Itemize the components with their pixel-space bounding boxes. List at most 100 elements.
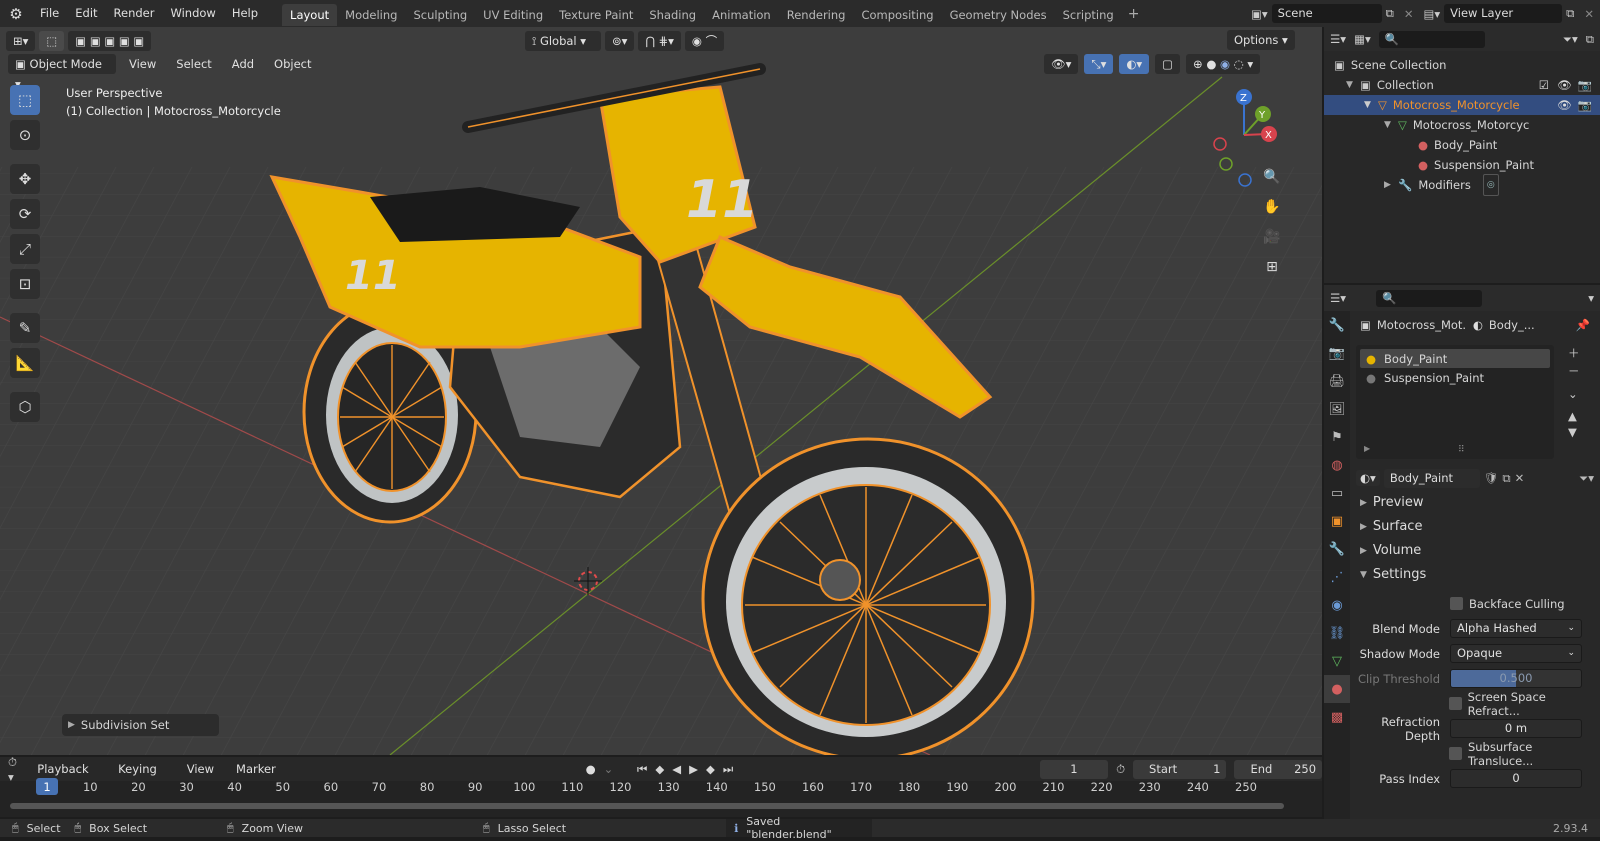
transform-orientation-dropdown[interactable]: ⟟ Global ▾ <box>525 31 601 51</box>
eye-icon[interactable]: 👁 <box>1557 95 1572 115</box>
scene-tab-icon[interactable]: ⚑ <box>1324 423 1350 451</box>
tab-geometry-nodes[interactable]: Geometry Nodes <box>942 4 1055 26</box>
subsurface-translucency-checkbox[interactable] <box>1449 747 1462 760</box>
outliner-row-suspension-paint[interactable]: ● Suspension_Paint <box>1324 155 1600 175</box>
tab-scripting[interactable]: Scripting <box>1055 4 1122 26</box>
properties-editor-icon[interactable]: ☰▾ <box>1330 291 1346 305</box>
view-layer-field[interactable]: View Layer <box>1444 4 1563 23</box>
expand-arrow-icon[interactable]: ▼ <box>1384 115 1398 135</box>
outliner-row-mesh[interactable]: ▼ ▽ Motocross_Motorcyc <box>1324 115 1600 135</box>
end-frame-field[interactable]: End 250 <box>1234 759 1323 779</box>
jump-end-icon[interactable]: ⏭ <box>723 762 733 777</box>
list-expand-icon[interactable]: ▶ <box>1364 444 1370 453</box>
pin-icon[interactable]: 📌 <box>1576 318 1590 332</box>
snap-icon[interactable]: ⋂ ⋕▾ <box>638 31 681 51</box>
pass-index-field[interactable]: 0 <box>1450 769 1582 788</box>
scene-close-icon[interactable]: ✕ <box>1398 7 1420 21</box>
menu-keying[interactable]: Keying ▾ <box>111 759 172 796</box>
pan-hand-icon[interactable]: ✋ <box>1259 194 1285 220</box>
camera-render-icon[interactable]: 📷 <box>1578 95 1592 115</box>
stopwatch-icon[interactable]: ⏱ <box>1116 762 1125 777</box>
slot-body-paint[interactable]: ● Body_Paint <box>1360 349 1550 368</box>
overlay-toggle-icon[interactable]: ◐▾ <box>1119 54 1150 74</box>
clip-threshold-slider[interactable]: 0.500 <box>1450 669 1582 688</box>
options-dropdown[interactable]: Options ▾ <box>1227 30 1295 50</box>
ortho-grid-icon[interactable]: ⊞ <box>1259 254 1285 280</box>
unlink-material-icon[interactable]: ✕ <box>1515 471 1525 485</box>
shading-mode-icon[interactable]: ⊕ ● ◉ ◌ ▾ <box>1186 54 1261 74</box>
keyframe-type-icon[interactable]: ⌄ <box>604 762 614 776</box>
add-slot-button[interactable]: ＋ <box>1568 345 1580 361</box>
xray-icon[interactable]: ▢ <box>1155 54 1181 74</box>
refraction-depth-field[interactable]: 0 m <box>1450 719 1582 738</box>
blend-mode-dropdown[interactable]: Alpha Hashed ⌄ <box>1450 619 1582 638</box>
scene-selector-icon[interactable]: ▣▾ <box>1247 7 1272 21</box>
annotate-icon[interactable]: ✎ <box>10 313 40 343</box>
play-reverse-icon[interactable]: ◀ <box>672 762 681 776</box>
tab-texture-paint[interactable]: Texture Paint <box>551 4 641 26</box>
menu-window[interactable]: Window <box>162 0 223 27</box>
fake-user-icon[interactable]: 🛡 <box>1484 471 1499 485</box>
menu-select[interactable]: Select <box>169 54 218 74</box>
cursor-icon[interactable]: ⊙ <box>10 120 40 150</box>
move-icon[interactable]: ✥ <box>10 164 40 194</box>
slot-specials-button[interactable]: ⌄ <box>1568 387 1580 401</box>
panel-preview[interactable]: ▶ Preview <box>1352 491 1600 515</box>
constraints-tab-icon[interactable]: ⛓ <box>1324 619 1350 647</box>
timeline-editor-icon[interactable]: ⏱▾ <box>8 755 22 784</box>
gizmo-toggle-icon[interactable]: ⤡▾ <box>1084 54 1114 74</box>
menu-view[interactable]: View <box>122 54 163 74</box>
menu-playback[interactable]: Playback ▾ <box>30 759 103 796</box>
list-resize-handle-icon[interactable]: ⠿ <box>1458 445 1465 455</box>
tool-tab-icon[interactable]: 🔧 <box>1324 311 1350 339</box>
blender-logo-icon[interactable]: ⚙ <box>0 5 32 23</box>
tab-animation[interactable]: Animation <box>704 4 779 26</box>
outliner-search-input[interactable]: 🔍 <box>1378 30 1485 48</box>
menu-object[interactable]: Object <box>267 54 318 74</box>
3d-viewport[interactable]: 11 11 Z Y X ⊞▾ ⬚ ▣ ▣ ▣ ▣ ▣ ⟟ Global ▾ ⊚▾… <box>0 27 1322 755</box>
outliner-editor-icon[interactable]: ☰▾ <box>1330 32 1346 46</box>
select-tool-icon[interactable]: ⬚ <box>39 31 65 51</box>
add-cube-icon[interactable]: ⬡ <box>10 392 40 422</box>
tab-rendering[interactable]: Rendering <box>779 4 854 26</box>
expand-arrow-icon[interactable]: ▼ <box>1346 75 1360 95</box>
remove-slot-button[interactable]: － <box>1568 363 1580 379</box>
outliner-row-scene-collection[interactable]: ▣ Scene Collection <box>1324 55 1600 75</box>
tab-compositing[interactable]: Compositing <box>853 4 941 26</box>
transform-icon[interactable]: ⊡ <box>10 269 40 299</box>
properties-search-input[interactable]: 🔍 <box>1376 289 1483 307</box>
slot-suspension-paint[interactable]: ● Suspension_Paint <box>1360 368 1550 387</box>
start-frame-field[interactable]: Start 1 <box>1133 759 1227 779</box>
menu-file[interactable]: File <box>32 0 67 27</box>
tab-shading[interactable]: Shading <box>641 4 704 26</box>
outliner-row-collection[interactable]: ▼ ▣ Collection ☑ 👁 📷 <box>1324 75 1600 95</box>
add-workspace-icon[interactable]: + <box>1122 6 1146 22</box>
camera-icon[interactable]: 🎥 <box>1259 224 1285 250</box>
modifier-tab-icon[interactable]: 🔧 <box>1324 535 1350 563</box>
view-layer-new-icon[interactable]: ⧉ <box>1562 6 1578 21</box>
current-frame-field[interactable]: 1 <box>1039 759 1109 779</box>
view-layer-selector-icon[interactable]: ▤▾ <box>1420 7 1445 21</box>
display-mode-icon[interactable]: ▦▾ <box>1354 32 1371 46</box>
screen-space-refraction-checkbox[interactable] <box>1448 697 1462 710</box>
texture-tab-icon[interactable]: ▩ <box>1324 703 1350 731</box>
editor-type-icon[interactable]: ⊞▾ <box>6 31 36 51</box>
new-collection-icon[interactable]: ⧉ <box>1586 32 1594 47</box>
particles-tab-icon[interactable]: ⋰ <box>1324 563 1350 591</box>
outliner-row-modifiers[interactable]: ▶ 🔧 Modifiers ◎ <box>1324 174 1600 196</box>
menu-help[interactable]: Help <box>224 0 266 27</box>
jump-start-icon[interactable]: ⏮ <box>637 762 647 777</box>
collection-tab-icon[interactable]: ▭ <box>1324 479 1350 507</box>
select-box-icon[interactable]: ⬚ <box>10 85 40 115</box>
duplicate-material-icon[interactable]: ⧉ <box>1502 471 1510 486</box>
pivot-point-icon[interactable]: ⊚▾ <box>605 31 635 51</box>
selection-mode-icon[interactable]: ▣ ▣ ▣ ▣ ▣ <box>68 31 152 51</box>
expand-arrow-icon[interactable]: ▼ <box>1364 95 1378 115</box>
panel-settings[interactable]: ▼ Settings <box>1352 563 1600 587</box>
properties-options-icon[interactable]: ▾ <box>1588 291 1594 305</box>
last-operator-panel[interactable]: ▶ Subdivision Set <box>62 714 219 736</box>
tab-modeling[interactable]: Modeling <box>337 4 405 26</box>
outliner-row-motocross-object[interactable]: ▼ ▽ Motocross_Motorcycle 👁 📷 <box>1324 95 1600 115</box>
record-icon[interactable]: ● <box>586 762 596 776</box>
shadow-mode-dropdown[interactable]: Opaque ⌄ <box>1450 644 1582 663</box>
